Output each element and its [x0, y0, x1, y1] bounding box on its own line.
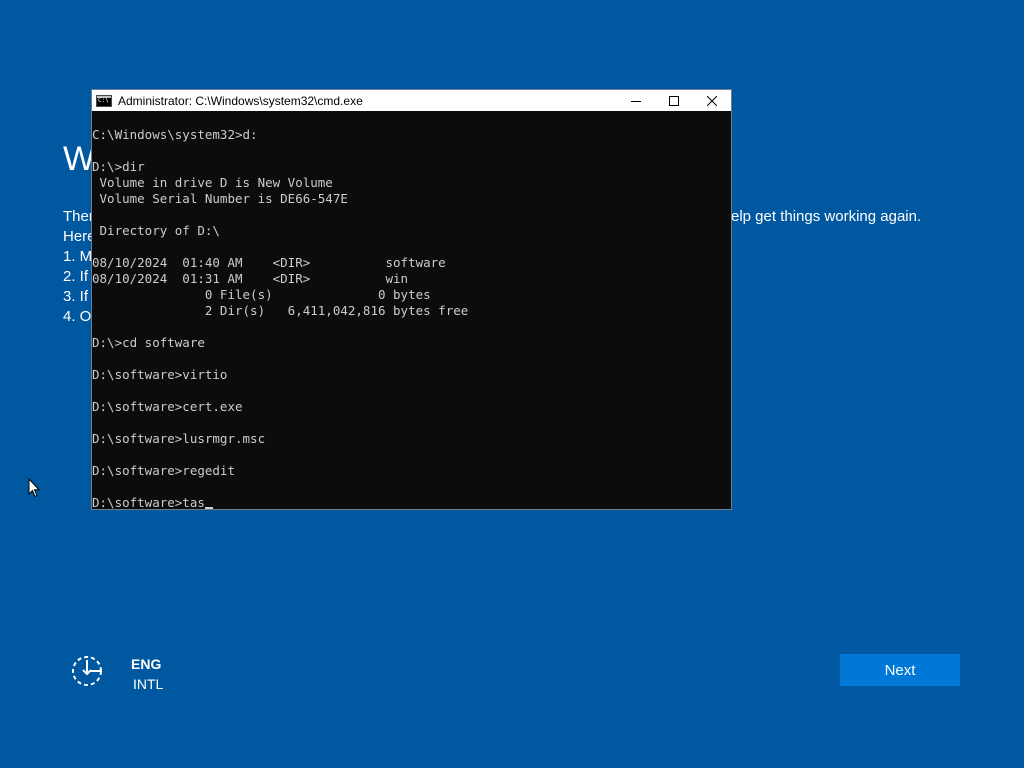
body-line-right: elp get things working again. [731, 208, 922, 225]
console-line: D:\>dir [92, 159, 145, 174]
minimize-button[interactable] [617, 90, 655, 111]
console-line: Volume in drive D is New Volume [92, 175, 333, 190]
keyboard-layout: INTL [133, 676, 164, 692]
console-line: 08/10/2024 01:31 AM <DIR> win [92, 271, 409, 286]
language-code: ENG [131, 656, 162, 672]
mouse-pointer-icon [28, 478, 40, 498]
window-controls [617, 90, 731, 111]
close-icon [707, 95, 717, 106]
maximize-icon [669, 95, 679, 106]
text-cursor [204, 507, 213, 509]
console-line: D:\software>virtio [92, 367, 228, 382]
console-input-text: D:\software>tas [92, 495, 205, 510]
console-line: 2 Dir(s) 6,411,042,816 bytes free [92, 303, 469, 318]
minimize-icon [631, 100, 641, 102]
console-line: D:\software>regedit [92, 463, 235, 478]
console-line: D:\>cd software [92, 335, 205, 350]
console-output[interactable]: C:\Windows\system32>d: D:\>dir Volume in … [92, 127, 469, 510]
console-input-line[interactable]: D:\software>tas [92, 495, 468, 510]
console-line: Volume Serial Number is DE66-547E [92, 191, 348, 206]
console-line: 08/10/2024 01:40 AM <DIR> software [92, 255, 446, 270]
console-line: C:\Windows\system32>d: [92, 127, 258, 142]
console-line: D:\software>lusrmgr.msc [92, 431, 266, 446]
cmd-icon[interactable] [96, 94, 112, 107]
cmd-window[interactable]: Administrator: C:\Windows\system32\cmd.e… [91, 89, 732, 510]
ease-of-access-icon[interactable] [70, 654, 104, 688]
cmd-window-title: Administrator: C:\Windows\system32\cmd.e… [118, 93, 363, 108]
setup-screen: W Ther Here 1. M 2. If 3. If 4. O elp ge… [0, 0, 1024, 768]
next-button[interactable]: Next [840, 654, 960, 686]
console-line: D:\software>cert.exe [92, 399, 243, 414]
console-line: 0 File(s) 0 bytes [92, 287, 431, 302]
console-line: Directory of D:\ [92, 223, 220, 238]
close-button[interactable] [693, 90, 731, 111]
language-indicator[interactable]: ENG INTL [131, 654, 163, 694]
maximize-button[interactable] [655, 90, 693, 111]
cmd-titlebar[interactable]: Administrator: C:\Windows\system32\cmd.e… [92, 90, 731, 111]
